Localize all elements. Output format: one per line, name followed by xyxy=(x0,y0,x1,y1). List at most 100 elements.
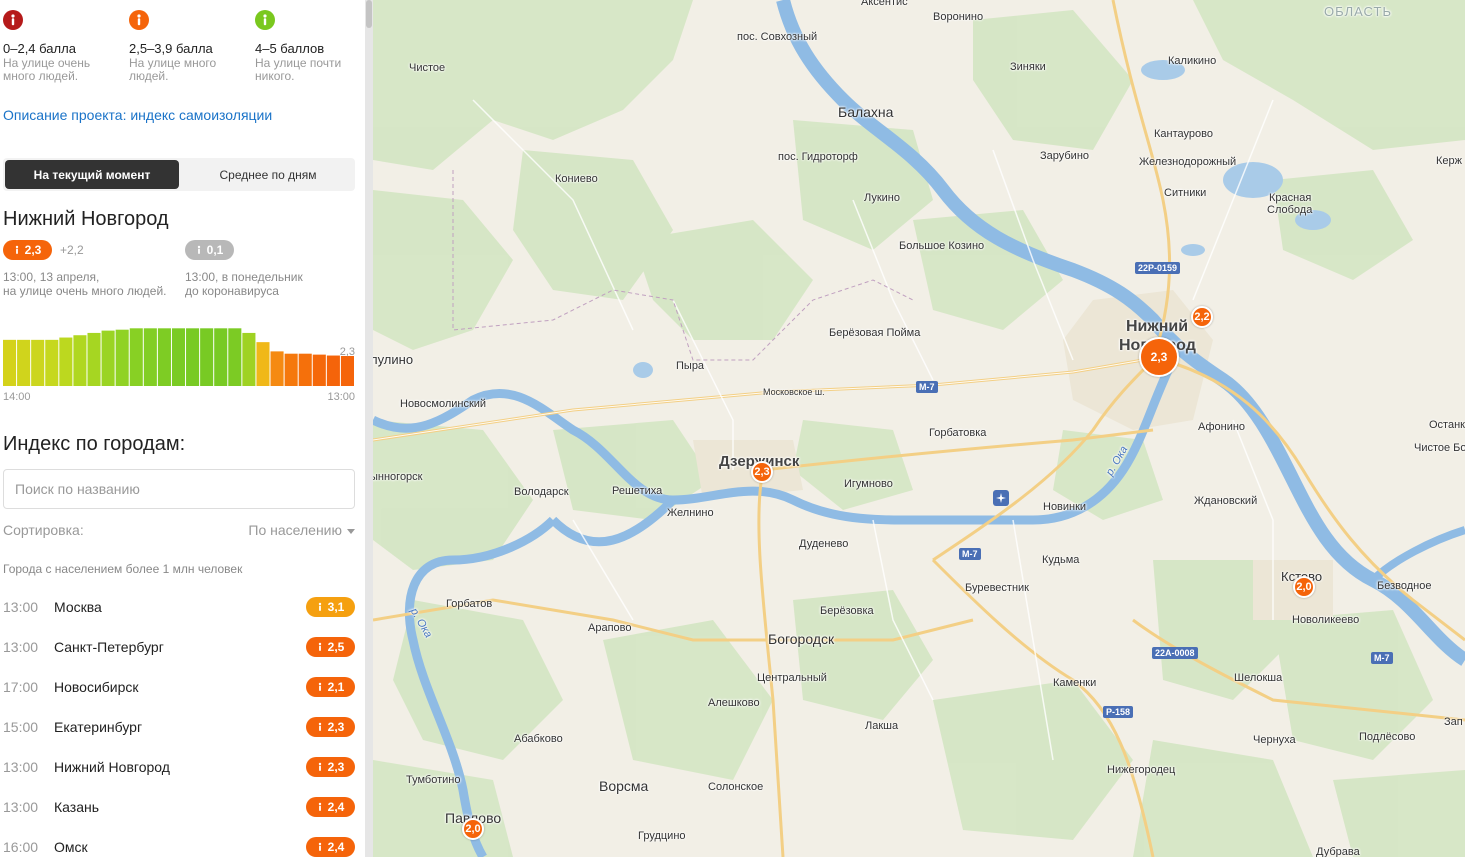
map-label: Зап xyxy=(1444,716,1463,728)
city-index-badge: 2,3 xyxy=(306,717,355,737)
legend-desc: На улице почти никого. xyxy=(255,56,342,83)
chart-bar[interactable] xyxy=(143,328,157,386)
map-label: Центральный xyxy=(757,672,827,684)
city-row[interactable]: 16:00 Омск 2,4 xyxy=(3,827,355,857)
chart-bar[interactable] xyxy=(115,329,129,386)
map-background xyxy=(373,0,1465,857)
chart-bar[interactable] xyxy=(157,328,171,386)
chart-bar[interactable] xyxy=(312,354,326,386)
map-label: Абабково xyxy=(514,733,563,745)
map-label: Воронино xyxy=(933,11,984,23)
person-icon xyxy=(318,682,321,691)
map-index-marker[interactable]: 2,0 xyxy=(1293,576,1315,598)
project-description-link[interactable]: Описание проекта: индекс самоизоляции xyxy=(3,107,272,123)
desc-line: на улице очень много людей. xyxy=(3,284,167,298)
map-label: Шелокша xyxy=(1234,672,1283,684)
map-index-marker[interactable]: 2,0 xyxy=(462,818,484,840)
chart-bar[interactable] xyxy=(87,332,101,386)
legend-range: 0–2,4 балла xyxy=(3,41,76,56)
map-label: Зарубино xyxy=(1040,150,1090,162)
map-label: Дубрава xyxy=(1316,846,1360,857)
city-time: 13:00 xyxy=(3,799,39,815)
map-label: Кантаурово xyxy=(1154,128,1213,140)
chart-bar[interactable] xyxy=(326,355,340,386)
legend-range: 4–5 баллов xyxy=(255,41,325,56)
chart-bar[interactable] xyxy=(228,328,242,386)
chart-bar[interactable] xyxy=(200,328,214,386)
chart-bar[interactable] xyxy=(129,328,143,386)
map-label: Желнино xyxy=(667,507,714,519)
city-row[interactable]: 13:00 Казань 2,4 xyxy=(3,787,355,827)
map-label: Ворсма xyxy=(599,778,649,794)
chart-bar[interactable] xyxy=(242,332,256,386)
chart-bar[interactable] xyxy=(340,356,354,386)
map[interactable]: ОБЛАСТЬ Аксентис Воронино пос. Совхозный… xyxy=(373,0,1465,857)
map-label: Лакша xyxy=(865,720,899,732)
legend-item-low: 0–2,4 балла На улице очень много людей. xyxy=(3,10,123,83)
map-label: Слобода xyxy=(1267,204,1313,216)
legend-desc: На улице очень много людей. xyxy=(3,56,91,83)
baseline-index-badge: 0,1 xyxy=(185,240,234,260)
city-index-value: 2,3 xyxy=(327,760,345,774)
tab-average[interactable]: Среднее по дням xyxy=(181,158,355,191)
chart-bar[interactable] xyxy=(270,351,284,386)
city-index-value: 3,1 xyxy=(327,600,345,614)
city-group-label: Города с населением более 1 млн человек xyxy=(3,562,243,576)
map-label: Каликино xyxy=(1168,55,1217,67)
city-index-badge: 2,4 xyxy=(306,797,355,817)
city-time: 13:00 xyxy=(3,639,39,655)
sort-dropdown[interactable]: По населению xyxy=(248,522,355,538)
sidebar-scrollbar[interactable] xyxy=(365,0,373,857)
city-search-input[interactable] xyxy=(3,469,355,509)
chart-bar[interactable] xyxy=(45,339,59,386)
chart-bar[interactable] xyxy=(31,339,45,386)
map-label: Решетиха xyxy=(612,485,663,497)
city-row[interactable]: 13:00 Москва 3,1 xyxy=(3,587,355,627)
chevron-down-icon xyxy=(347,528,355,534)
map-label: Дуденево xyxy=(799,538,849,550)
tab-current[interactable]: На текущий момент xyxy=(5,160,179,189)
baseline-index-desc: 13:00, в понедельник до коронавируса xyxy=(185,270,355,298)
city-index-badge: 2,3 xyxy=(306,757,355,777)
city-time: 16:00 xyxy=(3,839,39,855)
person-icon xyxy=(15,245,18,254)
city-row[interactable]: 13:00 Нижний Новгород 2,3 xyxy=(3,747,355,787)
legend-item-high: 4–5 баллов На улице почти никого. xyxy=(255,10,365,83)
person-icon xyxy=(255,10,275,30)
map-label: Буревестник xyxy=(965,582,1029,594)
city-row[interactable]: 13:00 Санкт-Петербург 2,5 xyxy=(3,627,355,667)
chart-bar[interactable] xyxy=(186,328,200,386)
road-number-badge: М-7 xyxy=(916,381,938,393)
chart-bar[interactable] xyxy=(17,339,31,386)
chart-bar[interactable] xyxy=(3,339,17,386)
person-icon xyxy=(318,842,321,851)
chart-bar[interactable] xyxy=(298,353,312,386)
map-label: Берёзовка xyxy=(820,605,874,617)
chart-bar[interactable] xyxy=(256,342,270,386)
city-row[interactable]: 17:00 Новосибирск 2,1 xyxy=(3,667,355,707)
sort-label: Сортировка: xyxy=(3,522,84,538)
index-delta: +2,2 xyxy=(60,243,84,257)
map-label: Аксентис xyxy=(861,0,908,8)
city-name: Омск xyxy=(54,839,88,855)
map-label: Игумново xyxy=(844,478,893,490)
chart-bar[interactable] xyxy=(73,335,87,386)
chart-bar[interactable] xyxy=(284,353,298,386)
map-label: Арапово xyxy=(588,622,632,634)
airport-icon[interactable] xyxy=(993,490,1009,506)
map-index-marker[interactable]: 2,3 xyxy=(751,461,773,483)
chart-bar[interactable] xyxy=(101,330,115,386)
road-number-badge: 22А-0008 xyxy=(1152,647,1198,659)
scrollbar-thumb[interactable] xyxy=(366,0,372,28)
chart-bar[interactable] xyxy=(59,337,73,386)
chart-bar[interactable] xyxy=(171,328,186,386)
map-label: Красная xyxy=(1269,192,1312,204)
map-index-marker[interactable]: 2,3 xyxy=(1139,337,1179,377)
cities-section-title: Индекс по городам: xyxy=(3,433,186,455)
city-row[interactable]: 15:00 Екатеринбург 2,3 xyxy=(3,707,355,747)
city-index-badge: 2,1 xyxy=(306,677,355,697)
map-label: Чистое Бо xyxy=(1414,442,1465,454)
chart-bar[interactable] xyxy=(214,328,228,386)
person-icon xyxy=(318,762,321,771)
map-index-marker[interactable]: 2,2 xyxy=(1191,306,1213,328)
